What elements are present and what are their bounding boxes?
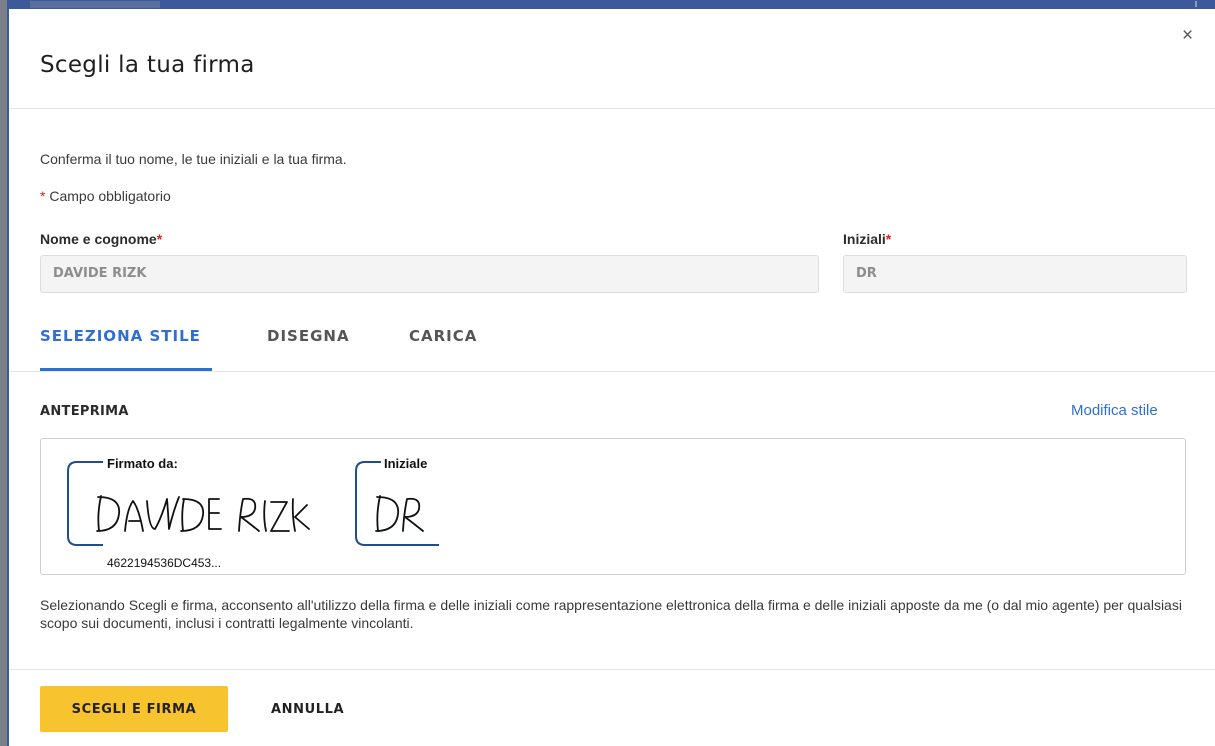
initials-handwriting [375, 495, 424, 532]
signed-by-caption: Firmato da: [107, 456, 178, 471]
background-window-left-border [7, 0, 9, 746]
background-window-control [1195, 1, 1197, 7]
header-divider [10, 108, 1215, 109]
preview-label: ANTEPRIMA [40, 404, 129, 419]
legal-consent-text: Selezionando Scegli e firma, acconsento … [40, 597, 1182, 631]
full-name-label-text: Nome e cognome [40, 231, 157, 247]
initials-field[interactable]: DR [843, 255, 1187, 293]
signature-id: 4622194536DC453... [107, 556, 222, 570]
footer-divider [10, 669, 1215, 670]
background-window-title-blur [30, 1, 160, 8]
required-star: * [156, 231, 163, 247]
background-window-left-edge [0, 0, 9, 746]
modify-style-link[interactable]: Modifica stile [1071, 402, 1158, 419]
tab-draw[interactable]: DISEGNA [267, 327, 350, 345]
dialog-title: Scegli la tua firma [40, 52, 255, 78]
initials-label: Iniziali* [843, 231, 891, 247]
signature-frames [67, 461, 439, 546]
required-note-text: Campo obbligatorio [45, 188, 171, 204]
initials-caption: Iniziale [384, 456, 428, 471]
full-name-field[interactable]: DAVIDE RIZK [40, 255, 819, 293]
background-window-edge [0, 0, 1215, 9]
signature-frame-bracket [67, 461, 103, 546]
choose-and-sign-button[interactable]: SCEGLI E FIRMA [40, 686, 228, 732]
required-star: * [885, 231, 892, 247]
full-name-label: Nome e cognome* [40, 231, 162, 247]
close-icon[interactable]: × [1182, 25, 1193, 47]
initials-frame-bracket [355, 461, 439, 546]
tab-select-style[interactable]: SELEZIONA STILE [40, 327, 201, 345]
choose-signature-dialog: Scegli la tua firma × Conferma il tuo no… [10, 9, 1215, 746]
initials-label-text: Iniziali [843, 231, 886, 247]
required-field-note: * Campo obbligatorio [40, 188, 171, 204]
cancel-button[interactable]: ANNULLA [265, 686, 350, 732]
tab-upload[interactable]: CARICA [409, 327, 477, 345]
signature-handwriting [96, 495, 310, 532]
signature-preview-box: Firmato da: 4622194536DC453... Iniziale [40, 438, 1186, 575]
tabs-divider [10, 371, 1215, 372]
intro-text: Conferma il tuo nome, le tue iniziali e … [40, 151, 347, 167]
